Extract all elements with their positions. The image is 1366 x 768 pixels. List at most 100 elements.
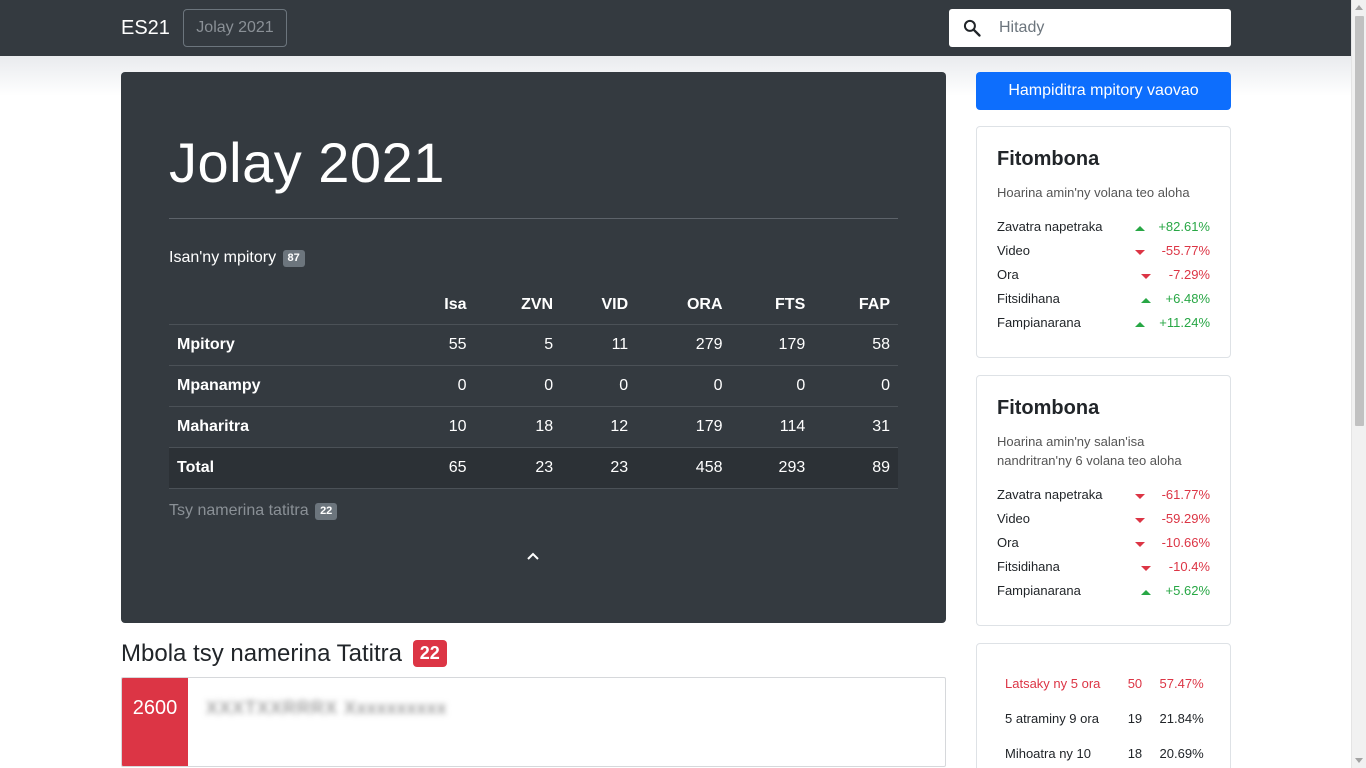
trend-item: Video -59.29% bbox=[997, 506, 1210, 530]
stats-table: Isa ZVN VID ORA FTS FAP Mpitory 55 5 11 … bbox=[169, 286, 898, 489]
column-header: FAP bbox=[858, 295, 890, 313]
missing-reports-count-badge: 22 bbox=[412, 640, 447, 667]
column-header: ZVN bbox=[521, 295, 554, 313]
table-row: Mihoatra ny 10 18 20.69% bbox=[997, 736, 1217, 768]
arrow-up-icon bbox=[1135, 225, 1145, 231]
table-cell: 0 bbox=[813, 364, 898, 406]
table-cell: 55 bbox=[409, 323, 475, 365]
row-label: Maharitra bbox=[169, 405, 409, 447]
trend-item: Ora -7.29% bbox=[997, 262, 1210, 286]
trend-item: Fampianarana +11.24% bbox=[997, 310, 1210, 334]
table-cell: 11 bbox=[561, 323, 637, 365]
trend-label: Fampianarana bbox=[997, 582, 1081, 598]
trend-label: Video bbox=[997, 510, 1031, 526]
arrow-up-icon bbox=[1135, 321, 1145, 327]
hours-percent: 21.84% bbox=[1159, 711, 1204, 726]
trend-item: Ora -10.66% bbox=[997, 530, 1210, 554]
table-cell: 23 bbox=[474, 446, 562, 489]
publisher-number: 2600 bbox=[122, 678, 188, 766]
trend-list: Zavatra napetraka -61.77% Video -59.29% … bbox=[997, 482, 1210, 602]
search-input[interactable] bbox=[999, 9, 1224, 47]
table-cell: 279 bbox=[636, 323, 731, 365]
trend-label: Fitsidihana bbox=[997, 558, 1060, 574]
stats-header-row: Isa ZVN VID ORA FTS FAP bbox=[169, 286, 898, 324]
card-subtitle: Hoarina amin'ny volana teo aloha bbox=[997, 185, 1190, 200]
scroll-down-arrow-icon[interactable] bbox=[1355, 758, 1363, 763]
table-row: Maharitra 10 18 12 179 114 31 bbox=[169, 405, 898, 447]
page-scrollbar[interactable] bbox=[1351, 0, 1366, 768]
trend-label: Fampianarana bbox=[997, 314, 1081, 330]
table-row: 5 atraminy 9 ora 19 21.84% bbox=[997, 701, 1217, 736]
trend-item: Zavatra napetraka -61.77% bbox=[997, 482, 1210, 506]
hours-distribution-card: Latsaky ny 5 ora 50 57.47% 5 atraminy 9 … bbox=[976, 643, 1231, 768]
column-header: Isa bbox=[444, 295, 467, 313]
table-cell: 0 bbox=[636, 364, 731, 406]
total-publishers-badge: 87 bbox=[282, 250, 305, 267]
table-cell: 12 bbox=[561, 405, 637, 447]
card-title: Fitombona bbox=[997, 397, 1100, 419]
scroll-up-arrow-icon[interactable] bbox=[1355, 5, 1363, 10]
card-subtitle: Hoarina amin'ny salan'isa nandritran'ny … bbox=[997, 434, 1182, 468]
table-cell: 65 bbox=[409, 446, 475, 489]
trend-label: Ora bbox=[997, 266, 1019, 282]
table-row: Latsaky ny 5 ora 50 57.47% bbox=[997, 666, 1217, 701]
top-navbar: ES21 Jolay 2021 bbox=[0, 0, 1351, 56]
publisher-card[interactable]: 2600 XXXTXXRRRX Xxxxxxxxxx bbox=[121, 677, 946, 767]
trend-value: +6.48% bbox=[1165, 290, 1210, 306]
card-title: Fitombona bbox=[997, 148, 1100, 170]
trend-label: Video bbox=[997, 242, 1031, 258]
total-row: Total 65 23 23 458 293 89 bbox=[169, 446, 898, 489]
trend-item: Fitsidihana +6.48% bbox=[997, 286, 1210, 310]
missing-reports-line[interactable]: Tsy namerina tatitra 22 bbox=[169, 501, 338, 521]
missing-reports-heading: Mbola tsy namerina Tatitra 22 bbox=[121, 640, 447, 668]
arrow-down-icon bbox=[1141, 565, 1151, 571]
trend-value: -59.29% bbox=[1161, 510, 1210, 526]
trend-value: -7.29% bbox=[1168, 266, 1210, 282]
month-summary-panel: Jolay 2021 Isan'ny mpitory 87 Isa ZVN VI… bbox=[121, 72, 946, 623]
missing-reports-heading-text: Mbola tsy namerina Tatitra bbox=[121, 640, 403, 667]
trend-label: Fitsidihana bbox=[997, 290, 1060, 306]
trend-label: Zavatra napetraka bbox=[997, 486, 1103, 502]
arrow-up-icon bbox=[1141, 589, 1151, 595]
trend-item: Fitsidihana -10.4% bbox=[997, 554, 1210, 578]
table-row: Mpitory 55 5 11 279 179 58 bbox=[169, 323, 898, 365]
table-cell: 179 bbox=[730, 323, 814, 365]
table-cell: 23 bbox=[561, 446, 637, 489]
hours-label: Mihoatra ny 10 bbox=[1005, 746, 1091, 761]
arrow-down-icon bbox=[1135, 493, 1145, 499]
empty-header-cell bbox=[169, 286, 409, 324]
trend-value: +82.61% bbox=[1158, 218, 1210, 234]
missing-reports-badge: 22 bbox=[315, 503, 338, 520]
chevron-up-icon[interactable] bbox=[525, 548, 541, 564]
hours-percent: 20.69% bbox=[1159, 746, 1204, 761]
table-cell: 5 bbox=[474, 323, 562, 365]
table-row: Mpanampy 0 0 0 0 0 0 bbox=[169, 364, 898, 406]
growth-card-monthly: Fitombona Hoarina amin'ny volana teo alo… bbox=[976, 126, 1231, 358]
trend-label: Ora bbox=[997, 534, 1019, 550]
page-title: Jolay 2021 bbox=[169, 131, 445, 194]
table-cell: 179 bbox=[636, 405, 731, 447]
scroll-thumb[interactable] bbox=[1355, 16, 1364, 426]
table-cell: 58 bbox=[813, 323, 898, 365]
brand-logo[interactable]: ES21 bbox=[121, 16, 170, 40]
total-publishers-label: Isan'ny mpitory bbox=[169, 249, 277, 266]
arrow-down-icon bbox=[1135, 517, 1145, 523]
add-new-publisher-button[interactable]: Hampiditra mpitory vaovao bbox=[976, 72, 1231, 110]
trend-value: +5.62% bbox=[1165, 582, 1210, 598]
hours-count: 18 bbox=[1127, 746, 1143, 761]
table-cell: 10 bbox=[409, 405, 475, 447]
growth-card-six-month: Fitombona Hoarina amin'ny salan'isa nand… bbox=[976, 375, 1231, 626]
hours-label: Latsaky ny 5 ora bbox=[1005, 676, 1101, 691]
month-selector-button[interactable]: Jolay 2021 bbox=[183, 9, 287, 47]
table-cell: 458 bbox=[636, 446, 731, 489]
hours-label: 5 atraminy 9 ora bbox=[1005, 711, 1099, 726]
row-label: Mpitory bbox=[169, 323, 409, 365]
table-cell: 18 bbox=[474, 405, 562, 447]
table-cell: 114 bbox=[730, 405, 814, 447]
trend-item: Zavatra napetraka +82.61% bbox=[997, 214, 1210, 238]
trend-value: +11.24% bbox=[1159, 314, 1210, 330]
row-label: Total bbox=[169, 446, 409, 489]
trend-value: -61.77% bbox=[1161, 486, 1210, 502]
hours-table: Latsaky ny 5 ora 50 57.47% 5 atraminy 9 … bbox=[997, 666, 1217, 768]
trend-value: -55.77% bbox=[1161, 242, 1210, 258]
